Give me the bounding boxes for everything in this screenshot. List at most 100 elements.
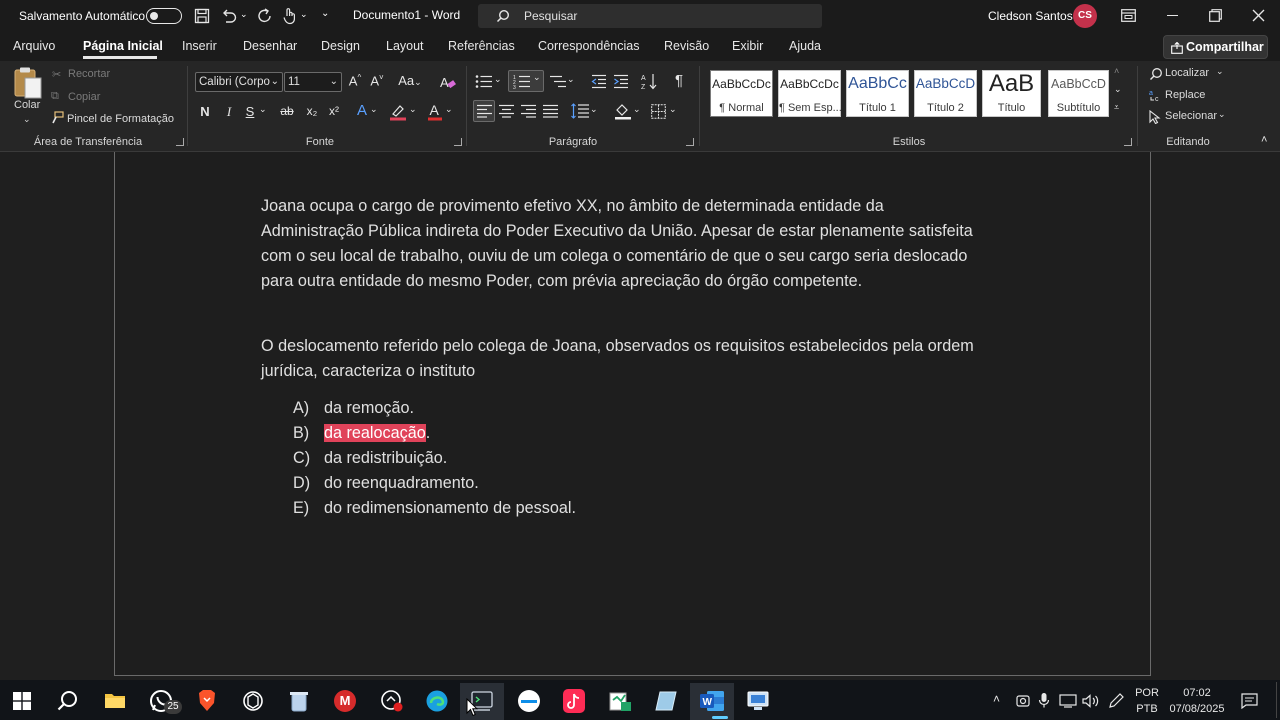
strikethrough-button[interactable]: ab (279, 104, 295, 118)
camera-tray-icon[interactable] (1016, 693, 1030, 709)
borders-dropdown-icon[interactable]: ⌄ (669, 104, 677, 115)
style-title[interactable]: AaB Título (982, 70, 1041, 117)
shading-icon[interactable] (614, 102, 632, 120)
bold-button[interactable]: N (198, 104, 212, 119)
option-d-text[interactable]: do reenquadramento. (324, 474, 479, 493)
microphone-icon[interactable] (1038, 692, 1050, 709)
numbering-button[interactable]: 123 ⌄ (508, 70, 544, 92)
spreadsheet-app-icon[interactable] (608, 690, 632, 712)
copy-label[interactable]: Copiar (68, 91, 100, 103)
styles-scroll-down-icon[interactable]: ⌄ (1114, 84, 1122, 95)
font-size-select[interactable]: 11 ⌄ (284, 72, 342, 92)
input-layout[interactable]: PTB (1134, 703, 1160, 715)
undo-dropdown-icon[interactable]: ⌄ (240, 9, 248, 20)
file-explorer-icon[interactable] (104, 691, 126, 709)
tab-ajuda[interactable]: Ajuda (789, 39, 821, 53)
option-c-text[interactable]: da redistribuição. (324, 449, 447, 468)
grow-font-icon[interactable]: A^ (347, 73, 363, 88)
undo-icon[interactable] (220, 7, 238, 25)
input-language[interactable]: POR (1134, 687, 1160, 699)
pen-menu-icon[interactable] (1107, 692, 1125, 710)
decrease-indent-icon[interactable] (591, 74, 607, 89)
find-dropdown-icon[interactable]: ⌄ (1216, 66, 1224, 77)
option-e-text[interactable]: do redimensionamento de pessoal. (324, 499, 576, 518)
tab-pagina-inicial[interactable]: Página Inicial (83, 39, 163, 53)
word-icon[interactable]: W (699, 689, 725, 713)
close-icon[interactable] (1252, 9, 1265, 22)
superscript-button[interactable]: x² (326, 104, 342, 118)
tab-layout[interactable]: Layout (386, 39, 424, 53)
style-normal[interactable]: AaBbCcDc ¶ Normal (710, 70, 773, 117)
highlight-color-icon[interactable] (389, 103, 407, 121)
tab-arquivo[interactable]: Arquivo (13, 39, 55, 53)
text-effects-icon[interactable]: A (355, 102, 369, 119)
edge-icon[interactable] (425, 689, 449, 713)
paste-dropdown-icon[interactable]: ⌄ (23, 114, 31, 125)
user-name[interactable]: Cledson Santos (988, 9, 1073, 23)
touch-mode-icon[interactable] (282, 7, 298, 25)
remote-desktop-icon[interactable] (746, 690, 770, 712)
italic-button[interactable]: I (222, 104, 236, 120)
paragraph-launcher-icon[interactable] (686, 138, 694, 146)
format-painter-label[interactable]: Pincel de Formatação (67, 113, 174, 125)
show-marks-button[interactable]: ¶ (672, 72, 686, 89)
brave-browser-icon[interactable] (196, 689, 218, 713)
styles-more-icon[interactable]: ⩡ (1114, 102, 1119, 113)
change-case-icon[interactable]: Aa⌄ (397, 73, 423, 88)
borders-icon[interactable] (651, 104, 666, 119)
ribbon-display-icon[interactable] (1121, 9, 1136, 22)
recycle-bin-icon[interactable] (289, 690, 309, 712)
font-color-icon[interactable]: A (427, 102, 443, 121)
underline-dropdown-icon[interactable]: ⌄ (259, 104, 267, 115)
increase-indent-icon[interactable] (613, 74, 629, 89)
cut-label[interactable]: Recortar (68, 68, 110, 80)
select-dropdown-icon[interactable]: ⌄ (1218, 109, 1226, 120)
option-a-text[interactable]: da remoção. (324, 399, 414, 418)
replace-label[interactable]: Replace (1165, 89, 1205, 101)
customize-toolbar-icon[interactable]: ⌄ (321, 8, 329, 19)
subscript-button[interactable]: x₂ (304, 104, 320, 118)
text-effects-dropdown-icon[interactable]: ⌄ (370, 104, 378, 115)
redo-icon[interactable] (256, 7, 274, 25)
taskbar-search-icon[interactable] (57, 690, 79, 712)
select-label[interactable]: Selecionar (1165, 110, 1217, 122)
tab-revisao[interactable]: Revisão (664, 39, 709, 53)
search-box[interactable]: Pesquisar (478, 4, 822, 28)
network-icon[interactable] (1059, 694, 1077, 708)
font-color-dropdown-icon[interactable]: ⌄ (445, 104, 453, 115)
shrink-font-icon[interactable]: A˅ (369, 73, 385, 88)
align-right-icon[interactable] (521, 104, 536, 118)
clock-date[interactable]: 07/08/2025 (1166, 703, 1228, 715)
autosave-toggle[interactable] (146, 8, 182, 24)
notes-app-icon[interactable] (654, 690, 678, 712)
tiktok-icon[interactable] (563, 689, 585, 713)
shading-dropdown-icon[interactable]: ⌄ (633, 104, 641, 115)
find-label[interactable]: Localizar (1165, 67, 1209, 79)
styles-launcher-icon[interactable] (1124, 138, 1132, 146)
sort-icon[interactable]: AZ (641, 73, 658, 90)
chatgpt-icon[interactable] (241, 689, 265, 713)
volume-icon[interactable] (1082, 694, 1100, 708)
clear-formatting-icon[interactable]: A (439, 74, 456, 90)
style-no-spacing[interactable]: AaBbCcDc ¶ Sem Esp... (778, 70, 842, 117)
windows-start-icon[interactable] (13, 692, 31, 710)
clipboard-launcher-icon[interactable] (176, 138, 184, 146)
style-heading-2[interactable]: AaBbCcD Título 2 (914, 70, 977, 117)
notifications-icon[interactable] (1241, 693, 1258, 709)
align-left-button[interactable] (473, 100, 495, 122)
question-paragraph-2[interactable]: O deslocamento referido pelo colega de J… (261, 334, 981, 384)
style-subtitle[interactable]: AaBbCcD Subtítulo (1048, 70, 1109, 117)
bullets-icon[interactable] (475, 74, 493, 89)
minimize-icon[interactable] (1167, 15, 1178, 17)
show-desktop-button[interactable] (1276, 682, 1277, 718)
line-spacing-icon[interactable] (571, 103, 589, 119)
justify-icon[interactable] (543, 104, 558, 118)
teamviewer-icon[interactable] (518, 690, 540, 712)
option-b[interactable]: da realocação. (324, 424, 430, 443)
clock-time[interactable]: 07:02 (1166, 687, 1228, 699)
align-center-icon[interactable] (499, 104, 514, 118)
font-name-select[interactable]: Calibri (Corpo ⌄ (195, 72, 283, 92)
share-button[interactable]: Compartilhar (1163, 35, 1268, 59)
tab-inserir[interactable]: Inserir (182, 39, 217, 53)
tab-correspondencias[interactable]: Correspondências (538, 39, 639, 53)
